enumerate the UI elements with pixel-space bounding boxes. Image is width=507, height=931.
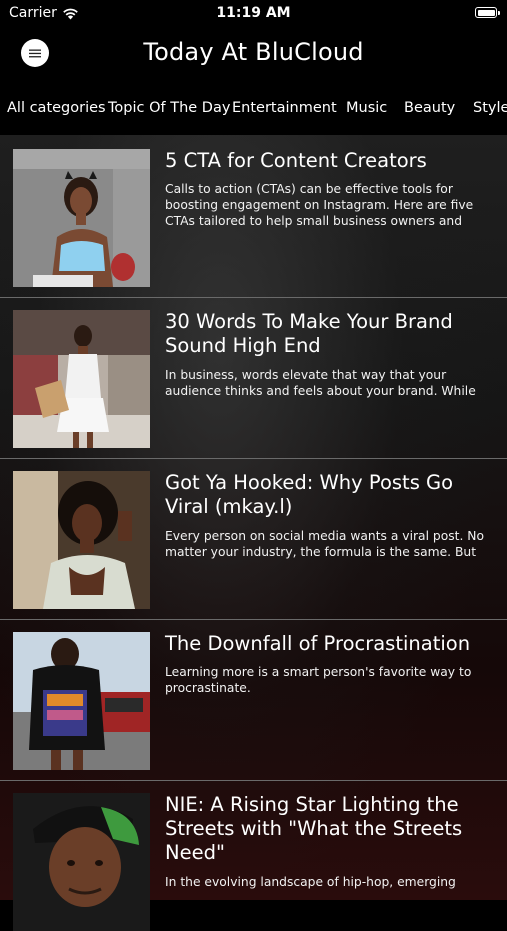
article-title: Got Ya Hooked: Why Posts Go Viral (mkay.… <box>165 471 454 518</box>
article-description: Calls to action (CTAs) can be effective … <box>165 182 474 228</box>
battery-icon <box>475 7 500 18</box>
article-item[interactable]: The Downfall of Procrastination Learning… <box>0 620 507 781</box>
app-header: Today At BluCloud <box>0 28 507 80</box>
article-thumbnail <box>13 310 150 448</box>
category-tabs: All categories Topic Of The Day Entertai… <box>0 92 507 126</box>
tab-style[interactable]: Style <box>473 100 507 116</box>
article-thumbnail <box>13 471 150 609</box>
article-item[interactable]: NIE: A Rising Star Lighting the Streets … <box>0 781 507 931</box>
article-description: In the evolving landscape of hip-hop, em… <box>165 875 456 889</box>
article-item[interactable]: 30 Words To Make Your Brand Sound High E… <box>0 298 507 459</box>
tab-entertainment[interactable]: Entertainment <box>232 100 337 116</box>
tab-beauty[interactable]: Beauty <box>404 100 455 116</box>
article-thumbnail <box>13 149 150 287</box>
article-title: The Downfall of Procrastination <box>165 632 471 655</box>
tab-topic-of-the-day[interactable]: Topic Of The Day <box>108 100 230 116</box>
tab-music[interactable]: Music <box>346 100 387 116</box>
article-thumbnail <box>13 632 150 770</box>
article-thumbnail <box>13 793 150 931</box>
article-description: Learning more is a smart person's favori… <box>165 665 472 695</box>
tab-all-categories[interactable]: All categories <box>7 100 106 116</box>
status-time: 11:19 AM <box>216 5 291 21</box>
article-description: Every person on social media wants a vir… <box>165 529 484 559</box>
page-title: Today At BluCloud <box>143 38 364 66</box>
article-title: 30 Words To Make Your Brand Sound High E… <box>165 310 453 357</box>
article-item[interactable]: 5 CTA for Content Creators Calls to acti… <box>0 137 507 298</box>
article-title: 5 CTA for Content Creators <box>165 149 427 172</box>
article-description: In business, words elevate that way that… <box>165 368 476 398</box>
article-title: NIE: A Rising Star Lighting the Streets … <box>165 793 463 864</box>
article-item[interactable]: Got Ya Hooked: Why Posts Go Viral (mkay.… <box>0 459 507 620</box>
status-bar: Carrier 11:19 AM <box>0 0 507 28</box>
